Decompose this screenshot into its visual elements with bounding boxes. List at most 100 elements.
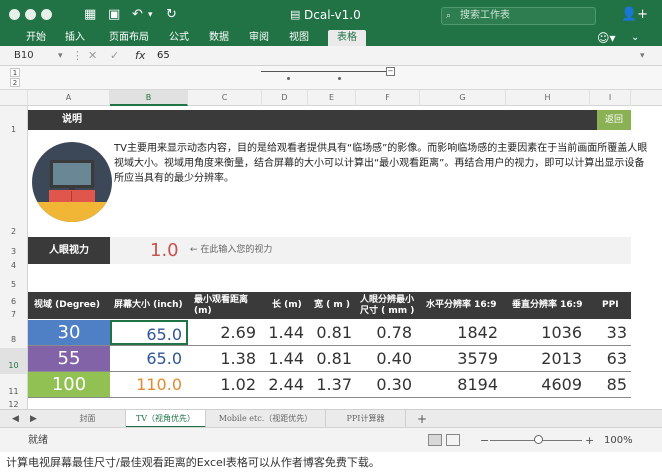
results-table-header: 视域 (Degree) 屏幕大小 (inch) 最小观看距离 (m) 长 (m)…: [28, 292, 631, 319]
length-cell[interactable]: 1.44: [262, 346, 308, 371]
enter-icon[interactable]: ✓: [110, 48, 119, 64]
expand-formula-bar-icon[interactable]: ▾: [640, 49, 645, 63]
width-cell[interactable]: 0.81: [308, 320, 356, 345]
name-box[interactable]: B10: [14, 49, 34, 63]
column-header-c[interactable]: C: [188, 90, 262, 106]
column-header-a[interactable]: A: [28, 90, 110, 106]
row-header-2[interactable]: 2: [0, 142, 28, 242]
column-header-i[interactable]: I: [590, 90, 631, 106]
collapse-ribbon-icon[interactable]: ⌄: [631, 30, 639, 46]
row-header-5[interactable]: 5: [0, 270, 28, 294]
tab-review[interactable]: 审阅: [245, 30, 273, 46]
add-user-icon[interactable]: 👤+: [621, 6, 648, 24]
formula-input[interactable]: 65: [157, 49, 170, 63]
row-header-3[interactable]: 3: [0, 242, 28, 262]
tab-home[interactable]: 开始: [22, 30, 50, 46]
row-header-1[interactable]: 1: [0, 106, 28, 142]
close-window-button[interactable]: [9, 9, 20, 20]
normal-view-icon[interactable]: [428, 434, 442, 446]
minimize-window-button[interactable]: [25, 9, 36, 20]
vertical-resolution-cell[interactable]: 4609: [506, 372, 590, 397]
row-header-6[interactable]: 6: [0, 294, 28, 310]
ppi-cell[interactable]: 33: [590, 320, 631, 345]
column-header-b[interactable]: B: [110, 90, 188, 106]
length-cell[interactable]: 1.44: [262, 320, 308, 345]
select-all-corner[interactable]: [0, 90, 28, 106]
row-header-12[interactable]: 12: [0, 400, 28, 409]
description-text: TV主要用来显示动态内容，目的是给观看者提供具有“临场感”的影像。而影响临场感的…: [114, 143, 648, 184]
sheet-tab-cover[interactable]: 封面: [50, 410, 126, 428]
excel-window: ▦ ▣ ↶ ▾ ↻ ▤ Dcal-v1.0 ⌕ 搜索工作表 👤+ 开始 插入 页…: [0, 0, 662, 452]
sheet-tab-mobile[interactable]: Mobile etc.（视距优先）: [206, 410, 326, 428]
back-button[interactable]: 返回: [597, 110, 631, 130]
sidebar-toggle-icon[interactable]: ▦: [84, 6, 96, 24]
row-header-10[interactable]: 10: [0, 348, 28, 374]
min-distance-cell[interactable]: 1.38: [188, 346, 262, 371]
column-header-h[interactable]: H: [506, 90, 590, 106]
page-layout-view-icon[interactable]: [446, 434, 460, 446]
min-resolvable-cell[interactable]: 0.78: [356, 320, 420, 345]
group-collapse-button[interactable]: −: [386, 67, 395, 76]
width-cell[interactable]: 1.37: [308, 372, 356, 397]
length-cell[interactable]: 2.44: [262, 372, 308, 397]
vision-input-cell[interactable]: 1.0: [150, 237, 179, 264]
prev-sheet-icon[interactable]: ◀: [12, 412, 19, 426]
row-header-11[interactable]: 11: [0, 374, 28, 400]
redo-icon[interactable]: ↻: [166, 6, 177, 24]
tab-data[interactable]: 数据: [205, 30, 233, 46]
min-resolvable-cell[interactable]: 0.30: [356, 372, 420, 397]
search-sheet-input[interactable]: ⌕ 搜索工作表: [441, 7, 596, 25]
fov-cell[interactable]: 30: [28, 320, 110, 345]
undo-icon[interactable]: ↶: [132, 6, 143, 24]
outline-level-2-button[interactable]: 2: [10, 78, 20, 87]
group-dot: [287, 77, 290, 80]
ppi-cell[interactable]: 85: [590, 372, 631, 397]
tab-insert[interactable]: 插入: [61, 30, 89, 46]
cancel-icon[interactable]: ✕: [88, 48, 97, 64]
insert-function-icon[interactable]: fx: [135, 48, 145, 64]
sheet-tab-tv[interactable]: TV（视角优先）: [126, 410, 206, 428]
zoom-level: 100%: [604, 435, 633, 446]
zoom-in-button[interactable]: +: [585, 428, 594, 452]
min-resolvable-cell[interactable]: 0.40: [356, 346, 420, 371]
header-screen-size: 屏幕大小 (inch): [114, 300, 183, 310]
group-bracket: [261, 71, 391, 72]
outline-level-1-button[interactable]: 1: [10, 68, 20, 77]
column-header-d[interactable]: D: [262, 90, 308, 106]
tab-table[interactable]: 表格: [328, 30, 366, 46]
vertical-resolution-cell[interactable]: 1036: [506, 320, 590, 345]
column-header-e[interactable]: E: [308, 90, 356, 106]
sheet-tab-ppi[interactable]: PPI计算器: [326, 410, 406, 428]
save-icon[interactable]: ▣: [108, 6, 120, 24]
next-sheet-icon[interactable]: ▶: [30, 412, 37, 426]
feedback-smiley-icon[interactable]: ☺▾: [597, 30, 616, 46]
zoom-slider-handle[interactable]: [534, 435, 543, 444]
header-min-distance: 最小观看距离 (m): [194, 294, 249, 316]
min-distance-cell[interactable]: 1.02: [188, 372, 262, 397]
row-header-7[interactable]: 7: [0, 310, 28, 320]
ppi-cell[interactable]: 63: [590, 346, 631, 371]
horizontal-resolution-cell[interactable]: 8194: [420, 372, 506, 397]
name-box-dropdown-icon[interactable]: ▾: [58, 49, 63, 63]
screen-size-cell[interactable]: 110.0: [110, 372, 188, 397]
tab-view[interactable]: 视图: [285, 30, 313, 46]
screen-size-cell[interactable]: 65.0: [110, 346, 188, 371]
screen-size-cell[interactable]: 65.0: [110, 320, 188, 345]
zoom-out-button[interactable]: −: [480, 428, 489, 452]
fov-cell[interactable]: 55: [28, 346, 110, 371]
horizontal-resolution-cell[interactable]: 3579: [420, 346, 506, 371]
add-sheet-button[interactable]: +: [417, 410, 427, 428]
maximize-window-button[interactable]: [41, 9, 52, 20]
tab-page-layout[interactable]: 页面布局: [104, 30, 154, 46]
vertical-resolution-cell[interactable]: 2013: [506, 346, 590, 371]
column-header-g[interactable]: G: [420, 90, 506, 106]
tab-formulas[interactable]: 公式: [165, 30, 193, 46]
horizontal-resolution-cell[interactable]: 1842: [420, 320, 506, 345]
undo-dropdown-icon[interactable]: ▾: [148, 6, 153, 24]
row-header-8[interactable]: 8: [0, 320, 28, 348]
width-cell[interactable]: 0.81: [308, 346, 356, 371]
row-header-4[interactable]: 4: [0, 262, 28, 270]
column-header-f[interactable]: F: [356, 90, 420, 106]
fov-cell[interactable]: 100: [28, 372, 110, 397]
min-distance-cell[interactable]: 2.69: [188, 320, 262, 345]
